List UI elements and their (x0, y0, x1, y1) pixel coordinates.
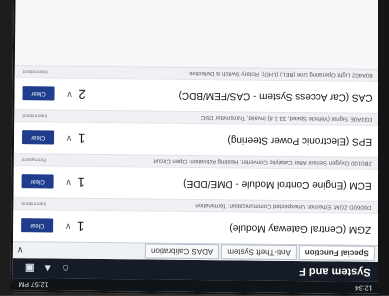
chevron-down-icon[interactable]: ∨ (60, 89, 78, 100)
clear-button[interactable]: Clear (21, 174, 54, 189)
chevron-down-icon[interactable]: ∨ (59, 221, 77, 232)
fault-text: D33A0E Signal (Vehicle Speed, 33.1.4) In… (200, 114, 373, 123)
module-name: CAS (Car Access System - CAS/FEM/BDC) (178, 89, 373, 103)
module-name: ECM (Engine Control Module - DME/DDE) (183, 177, 372, 191)
clear-button[interactable]: Clear (21, 218, 54, 233)
tablet-screen: 12:34 12:57 PM System and F ⌂ ▲ ▣ Specia… (10, 0, 384, 296)
clear-button[interactable]: Clear (21, 130, 55, 146)
module-name: ZGM (Central Gateway Module) (229, 222, 372, 235)
page-title: System and F (299, 265, 371, 278)
module-row-ecm[interactable]: ECM (Engine Control Module - DME/DDE) 1 … (13, 165, 380, 201)
tab-special-function[interactable]: Special Function (298, 245, 375, 262)
title-bar: System and F ⌂ ▲ ▣ (12, 258, 379, 282)
tab-adas-calibration[interactable]: ADAS Calibration (144, 243, 220, 260)
module-list: ZGM (Central Gateway Module) 1 ∨ Clear D… (12, 65, 381, 245)
status-time: 12:57 PM (18, 280, 49, 288)
tab-anti-theft-system[interactable]: Anti-Theft System (221, 244, 297, 261)
fault-status: Intermittent (22, 112, 48, 119)
car-icon[interactable]: ▲ (39, 263, 57, 274)
photo-background: 12:34 12:57 PM System and F ⌂ ▲ ▣ Specia… (0, 0, 389, 296)
module-row-cas[interactable]: CAS (Car Access System - CAS/FEM/BDC) 2 … (14, 77, 381, 113)
fault-status: Intermittent (22, 68, 48, 75)
fault-text: 2B0100 Oxygen Sensor After Catalytic Con… (153, 158, 372, 167)
module-row-zgm[interactable]: ZGM (Central Gateway Module) 1 ∨ Clear (12, 209, 380, 245)
fault-count: 2 (78, 86, 86, 102)
fault-count: 1 (77, 174, 85, 190)
fault-count: 1 (77, 218, 85, 234)
fault-status: Intermittent (21, 200, 47, 207)
menu-icon[interactable]: ▣ (21, 263, 39, 274)
device-bezel-right (378, 0, 389, 295)
fault-status: Permanent (21, 156, 47, 163)
module-row-eps[interactable]: EPS (Electronic Power Steering) 1 ∨ Clea… (13, 121, 381, 157)
fault-text: 80A402 Light Operating Unit (BEL) (LHD):… (189, 70, 373, 79)
status-left-label: 12:34 (354, 284, 373, 292)
fault-count: 1 (77, 130, 86, 146)
chevron-down-icon[interactable]: ∨ (60, 177, 78, 188)
chevron-down-icon[interactable]: ∨ (60, 133, 78, 144)
module-name: EPS (Electronic Power Steering) (227, 134, 373, 147)
fault-text: D0060D ZGM: Ethernet: Unexpected Communi… (195, 202, 372, 211)
home-icon[interactable]: ⌂ (57, 263, 75, 274)
clear-button[interactable]: Clear (22, 86, 55, 102)
chevron-down-icon[interactable]: ∨ (17, 245, 24, 256)
